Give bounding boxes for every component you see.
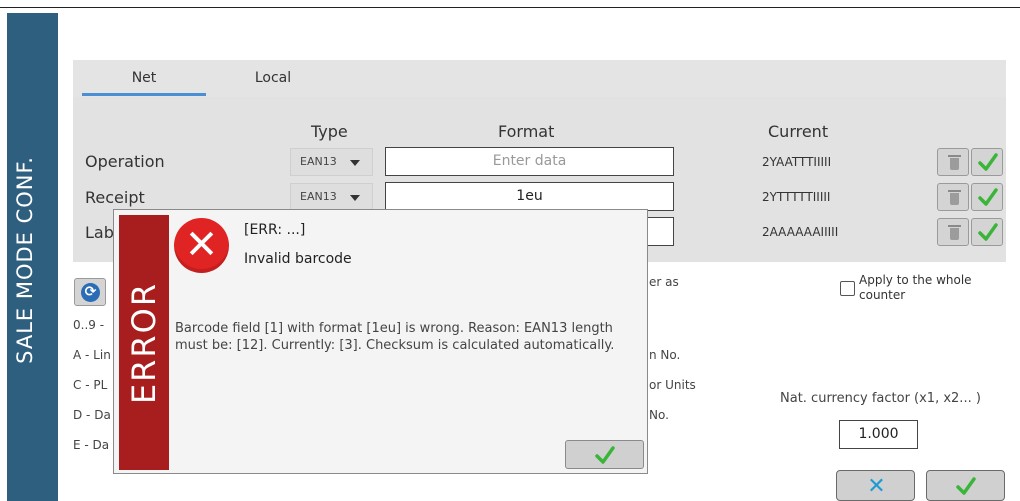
tab-local[interactable]: Local: [233, 60, 313, 97]
option-text: er as: [649, 275, 679, 289]
column-header-current: Current: [768, 122, 829, 141]
trash-icon: [948, 155, 961, 170]
check-icon: [978, 223, 998, 241]
row-label-label: Lab: [85, 223, 114, 242]
column-header-type: Type: [311, 122, 348, 141]
format-input-receipt[interactable]: 1eu: [385, 182, 674, 211]
refresh-button[interactable]: ⟳: [74, 278, 106, 306]
trash-icon: [948, 225, 961, 240]
tab-bar: Net Local: [73, 60, 1006, 97]
type-select-operation[interactable]: EAN13: [290, 148, 373, 176]
legend-item: C - PL: [73, 378, 108, 392]
close-icon: ✕: [867, 474, 886, 499]
confirm-button-operation[interactable]: [971, 148, 1003, 176]
confirm-button-label[interactable]: [971, 218, 1003, 246]
tab-active-underline: [82, 93, 206, 96]
save-button[interactable]: [926, 470, 1005, 501]
legend-item: A - Lin: [73, 348, 111, 362]
top-rule: [0, 7, 1020, 8]
currency-factor-input[interactable]: 1.000: [839, 420, 918, 449]
row-label-operation: Operation: [85, 152, 165, 171]
currency-factor-label: Nat. currency factor (x1, x2... ): [780, 391, 981, 406]
delete-button-label[interactable]: [937, 218, 969, 246]
check-icon: [978, 153, 998, 171]
column-header-format: Format: [498, 122, 555, 141]
current-value-operation: 2YAATTTIIIII: [762, 155, 832, 169]
dialog-title: [ERR: ...]: [244, 222, 306, 238]
dialog-subtitle: Invalid barcode: [244, 251, 352, 267]
dialog-ok-button[interactable]: [565, 440, 644, 469]
format-input-operation[interactable]: Enter data: [385, 147, 674, 176]
cancel-button[interactable]: ✕: [836, 470, 915, 501]
chevron-down-icon: [350, 160, 360, 166]
dialog-message: Barcode field [1] with format [1eu] is w…: [175, 321, 615, 353]
legend-item: 0..9 -: [73, 318, 105, 332]
current-value-label: 2AAAAAAIIIII: [762, 225, 839, 239]
legend-item: D - Da: [73, 408, 111, 422]
error-strip: ERROR: [119, 215, 169, 470]
confirm-button-receipt[interactable]: [971, 183, 1003, 211]
current-value-receipt: 2YTTTTTIIIII: [762, 190, 831, 204]
legend-item: E - Da: [73, 438, 110, 452]
delete-button-receipt[interactable]: [937, 183, 969, 211]
type-select-value: EAN13: [300, 190, 337, 203]
chevron-down-icon: [350, 195, 360, 201]
option-text: n No.: [649, 348, 681, 362]
check-icon: [956, 477, 976, 495]
check-icon: [978, 188, 998, 206]
refresh-icon: ⟳: [81, 283, 100, 302]
row-label-receipt: Receipt: [85, 188, 145, 207]
check-icon: [595, 446, 615, 464]
apply-whole-counter-checkbox[interactable]: [840, 281, 855, 296]
option-text: or Units: [649, 378, 696, 392]
type-select-receipt[interactable]: EAN13: [290, 183, 373, 211]
delete-button-operation[interactable]: [937, 148, 969, 176]
tab-net[interactable]: Net: [82, 60, 206, 97]
apply-whole-counter-label: Apply to the whole counter: [859, 273, 972, 302]
trash-icon: [948, 190, 961, 205]
type-select-value: EAN13: [300, 155, 337, 168]
error-icon: ✕: [174, 218, 229, 273]
option-text: No.: [649, 408, 669, 422]
error-dialog: ERROR ✕ [ERR: ...] Invalid barcode Barco…: [113, 209, 648, 474]
